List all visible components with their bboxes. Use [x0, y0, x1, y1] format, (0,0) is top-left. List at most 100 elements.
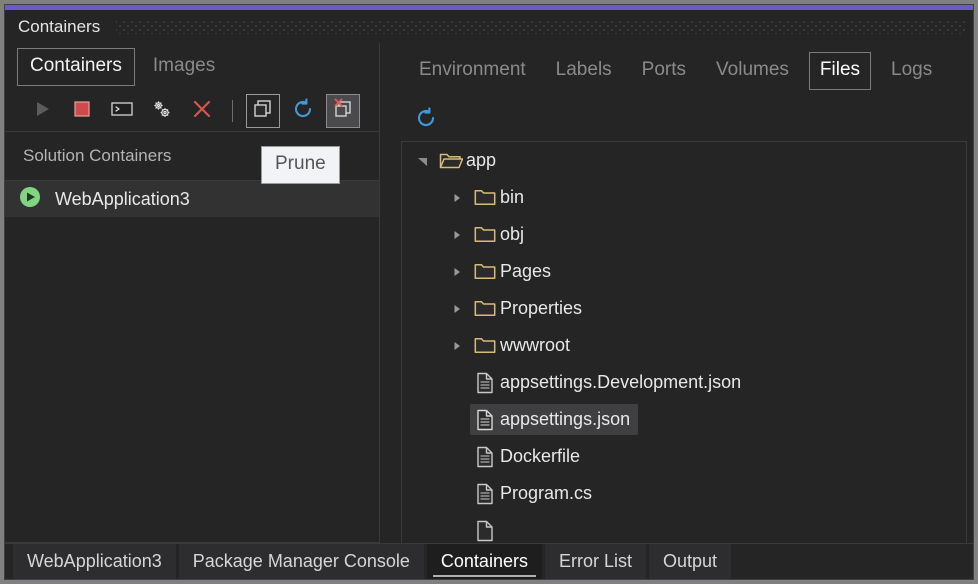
tab-files-label: Files: [819, 59, 861, 80]
tree-row[interactable]: bin: [402, 179, 966, 216]
tree-row[interactable]: [402, 512, 966, 543]
terminal-button[interactable]: [105, 94, 139, 128]
refresh-containers-button[interactable]: [286, 94, 320, 128]
container-list: WebApplication3: [5, 180, 379, 543]
stacked-windows-icon: [252, 98, 274, 125]
bottom-tab-webapplication3[interactable]: WebApplication3: [13, 544, 176, 579]
bottom-tab-label: Output: [662, 551, 718, 571]
bottom-tab-error-list[interactable]: Error List: [544, 544, 646, 579]
folder-icon: [470, 336, 500, 355]
tab-environment-label: Environment: [419, 59, 526, 80]
chevron-right-icon[interactable]: [444, 340, 470, 352]
bottom-tab-package-manager-console[interactable]: Package Manager Console: [178, 544, 424, 579]
bottom-tab-label: Error List: [558, 551, 632, 571]
folder-icon: [470, 225, 500, 244]
file-icon: [470, 446, 500, 468]
remove-button[interactable]: [185, 94, 219, 128]
chevron-right-icon[interactable]: [444, 303, 470, 315]
running-status-icon: [19, 186, 41, 213]
tab-labels[interactable]: Labels: [546, 53, 622, 89]
tree-row[interactable]: obj: [402, 216, 966, 253]
file-tree[interactable]: app bin obj Pages Properties wwwroot app…: [401, 141, 967, 543]
tab-containers-label: Containers: [30, 55, 122, 76]
title-bar: Containers: [5, 10, 973, 43]
run-button[interactable]: [25, 94, 59, 128]
file-icon: [470, 409, 500, 431]
file-icon: [470, 483, 500, 505]
tree-row[interactable]: wwwroot: [402, 327, 966, 364]
files-toolbar: [393, 99, 973, 141]
tab-volumes[interactable]: Volumes: [706, 53, 799, 89]
chevron-right-icon[interactable]: [444, 266, 470, 278]
tree-item-label: Pages: [500, 261, 552, 281]
tab-containers[interactable]: Containers: [17, 48, 135, 86]
tree-item-label: obj: [500, 224, 525, 244]
tree-row[interactable]: Program.cs: [402, 475, 966, 512]
detail-tab-bar: Environment Labels Ports Volumes Files L…: [393, 43, 973, 99]
bottom-tab-containers[interactable]: Containers: [426, 544, 542, 579]
vertical-splitter[interactable]: [379, 43, 393, 543]
settings-button[interactable]: [145, 94, 179, 128]
right-pane: Environment Labels Ports Volumes Files L…: [393, 43, 973, 543]
prune-button[interactable]: [326, 94, 360, 128]
stop-button[interactable]: [65, 94, 99, 128]
tree-row[interactable]: appsettings.Development.json: [402, 364, 966, 401]
chevron-right-icon[interactable]: [444, 192, 470, 204]
tab-volumes-label: Volumes: [716, 59, 789, 80]
refresh-icon: [291, 97, 315, 126]
folder-icon: [470, 299, 500, 318]
window-title: Containers: [18, 16, 101, 36]
bottom-tab-bar: WebApplication3 Package Manager Console …: [5, 543, 973, 579]
tooltip-text: Prune: [275, 153, 326, 174]
tooltip-prune: Prune: [261, 146, 340, 184]
prune-icon: [331, 97, 355, 126]
folder-open-icon: [436, 151, 466, 171]
bottom-tab-label: WebApplication3: [27, 551, 162, 571]
toolbar-separator: [232, 100, 233, 122]
tree-row[interactable]: Properties: [402, 290, 966, 327]
show-all-containers-button[interactable]: [246, 94, 280, 128]
tree-row[interactable]: Dockerfile: [402, 438, 966, 475]
main-split: Containers Images Solution Containers We…: [5, 43, 973, 543]
tree-item-label: wwwroot: [500, 335, 571, 355]
folder-icon: [470, 188, 500, 207]
bottom-tab-label: Containers: [440, 551, 528, 571]
play-icon: [32, 99, 52, 124]
list-item[interactable]: WebApplication3: [5, 181, 379, 217]
refresh-files-button[interactable]: [409, 103, 443, 137]
close-x-icon: [191, 98, 213, 125]
tab-ports[interactable]: Ports: [632, 53, 696, 89]
tree-row[interactable]: Pages: [402, 253, 966, 290]
tab-ports-label: Ports: [641, 59, 687, 80]
chevron-down-icon[interactable]: [410, 155, 436, 167]
tab-images[interactable]: Images: [141, 49, 227, 85]
drag-handle[interactable]: [116, 19, 967, 34]
tree-item-label: app: [466, 150, 497, 170]
folder-icon: [470, 262, 500, 281]
left-subtab-bar: Containers Images: [5, 43, 379, 91]
tab-files[interactable]: Files: [808, 52, 872, 90]
tree-item-label: appsettings.json: [500, 409, 631, 429]
chevron-right-icon[interactable]: [444, 229, 470, 241]
tab-environment[interactable]: Environment: [409, 53, 536, 89]
tree-item-label: bin: [500, 187, 525, 207]
tree-item-label: Dockerfile: [500, 446, 581, 466]
tab-labels-label: Labels: [555, 59, 612, 80]
tab-logs[interactable]: Logs: [881, 53, 942, 89]
terminal-icon: [110, 99, 134, 124]
file-icon: [470, 372, 500, 394]
tree-item-label: appsettings.Development.json: [500, 372, 742, 392]
tree-item-label: Properties: [500, 298, 583, 318]
refresh-icon: [414, 106, 438, 135]
container-toolbar: [5, 91, 379, 132]
tree-row[interactable]: app: [402, 142, 966, 179]
bottom-tab-output[interactable]: Output: [648, 544, 732, 579]
tree-row[interactable]: appsettings.json: [402, 401, 966, 438]
stop-icon: [72, 99, 92, 124]
gears-icon: [150, 98, 174, 125]
left-pane: Containers Images Solution Containers We…: [5, 43, 379, 543]
bottom-tab-label: Package Manager Console: [192, 551, 410, 571]
file-icon: [470, 520, 500, 542]
tree-item-label: Program.cs: [500, 483, 593, 503]
tab-logs-label: Logs: [891, 59, 933, 80]
